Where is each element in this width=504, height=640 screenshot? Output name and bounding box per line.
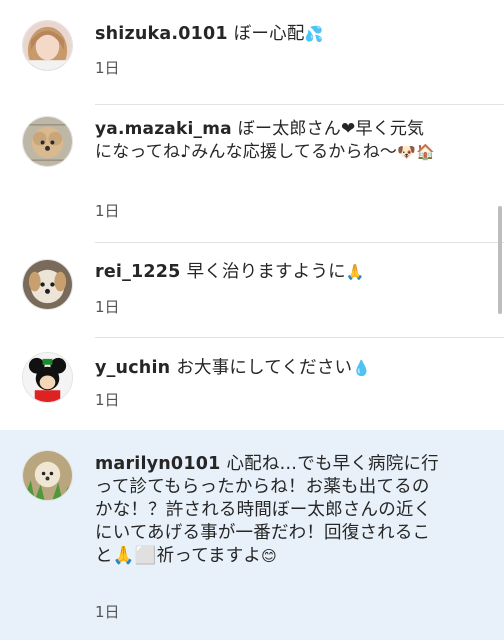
avatar[interactable]	[22, 352, 73, 403]
sweat-drops-icon: 💦	[304, 25, 324, 43]
comment-body: ぼー心配	[233, 24, 305, 44]
comment-text: shizuka.0101 ぼー心配💦	[95, 23, 440, 46]
comment-text: y_uchin お大事にしてください💧	[95, 357, 440, 380]
praying-hands-icon: 🙏	[345, 263, 365, 281]
comment-timestamp: 1日	[95, 391, 120, 409]
profile-photo-dog-fluffy-icon	[23, 117, 72, 166]
comment-item: y_uchin お大事にしてください💧 1日	[0, 338, 504, 430]
avatar[interactable]	[22, 20, 73, 71]
comment-body: お大事にしてください	[176, 358, 353, 378]
comment-text: ya.mazaki_ma ぼー太郎さん❤早く元気になってね♪みんな応援してるからね…	[95, 118, 440, 164]
username-link[interactable]: rei_1225	[95, 262, 181, 282]
water-drop-icon: 💧	[352, 359, 372, 377]
comment-timestamp: 1日	[95, 298, 120, 316]
avatar[interactable]	[22, 116, 73, 167]
comment-text: marilyn0101 心配ね…でも早く病院に行って診てもらったからね！お薬も出て…	[95, 453, 440, 568]
username-link[interactable]: y_uchin	[95, 358, 170, 378]
comment-item: rei_1225 早く治りますように🙏 1日	[0, 243, 504, 338]
dog-and-house-icon: 🐶🏠	[397, 143, 435, 161]
avatar[interactable]	[22, 259, 73, 310]
smiling-face-icon: 😊	[261, 547, 277, 565]
comment-item-highlighted: marilyn0101 心配ね…でも早く病院に行って診てもらったからね！お薬も出て…	[0, 430, 504, 640]
comment-body: 早く治りますように	[186, 262, 346, 282]
username-link[interactable]: shizuka.0101	[95, 24, 228, 44]
profile-photo-mickey-icon	[23, 353, 72, 402]
comment-item: ya.mazaki_ma ぼー太郎さん❤早く元気になってね♪みんな応援してるからね…	[0, 105, 504, 243]
username-link[interactable]: marilyn0101	[95, 454, 220, 474]
comment-timestamp: 1日	[95, 202, 120, 220]
comment-timestamp: 1日	[95, 59, 120, 77]
avatar[interactable]	[22, 450, 73, 501]
profile-photo-puppy-icon	[23, 260, 72, 309]
comment-text: rei_1225 早く治りますように🙏	[95, 261, 440, 284]
profile-photo-dog-grass-icon	[23, 451, 72, 500]
comment-timestamp: 1日	[95, 603, 120, 621]
scrollbar[interactable]	[498, 206, 502, 314]
comment-item: shizuka.0101 ぼー心配💦 1日	[0, 0, 504, 105]
profile-photo-woman-icon	[23, 21, 72, 70]
username-link[interactable]: ya.mazaki_ma	[95, 119, 232, 139]
